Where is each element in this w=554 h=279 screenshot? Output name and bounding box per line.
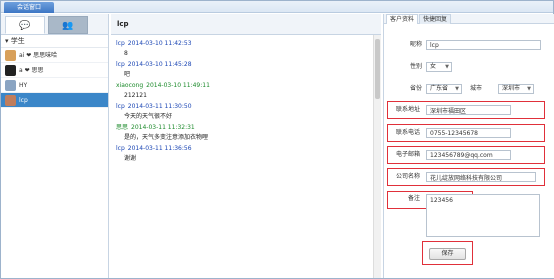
message-time: 2014-03-10 11:42:53 (127, 40, 192, 47)
group-name: 学生 (10, 37, 25, 45)
gender-label: 性别 (409, 63, 422, 70)
message-text: 8 (124, 50, 128, 57)
message-sender: xiaocong (116, 82, 144, 89)
message-meta: lcp 2014-03-11 11:30:50 (116, 102, 381, 111)
chat-title: lcp (111, 14, 381, 35)
message-time: 2014-03-11 11:32:31 (131, 124, 195, 131)
message-list: lcp 2014-03-10 11:42:53 8 lcp 2014-03-10 1… (111, 35, 381, 165)
phone-label: 联系电话 (395, 129, 420, 136)
message-meta: lcp 2014-03-11 11:36:56 (116, 144, 381, 153)
tab-quick-reply[interactable]: 快捷回复 (419, 14, 452, 24)
group-users-icon: 👥 (62, 21, 74, 31)
message-text: 吧 (124, 71, 131, 78)
tab-customer-info[interactable]: 客户资料 (386, 14, 419, 24)
chevron-down-icon: ▾ (5, 37, 9, 45)
chat-scrollbar[interactable] (373, 35, 381, 278)
title-bar: 会话窗口 (1, 1, 553, 13)
notes-textarea[interactable]: 123456 (426, 194, 540, 237)
contact-name: lcp (19, 97, 28, 104)
gender-select[interactable]: 女 ▼ (426, 62, 452, 72)
nickname-input[interactable] (426, 40, 541, 50)
contact-name: ai ❤ 思思味哈 (19, 52, 58, 59)
avatar (5, 95, 16, 106)
chevron-down-icon: ▼ (445, 64, 449, 70)
message-text: 是的，天气多变注意添加衣物哩 (124, 134, 209, 141)
chat-panel: lcp lcp 2014-03-10 11:42:53 8 lcp 2014-03-… (111, 14, 381, 278)
message-meta: 思思 2014-03-11 11:32:31 (116, 123, 381, 132)
tab-group-chat[interactable]: 👥 (48, 16, 88, 34)
province-label: 省份 (409, 85, 422, 92)
message-sender: lcp (116, 145, 125, 152)
contacts-panel: 💬 👥 ▾ 学生 ai ❤ 思思味哈 a ❤ 思思 HY lcp (1, 14, 109, 278)
window-title-tab[interactable]: 会话窗口 (4, 2, 54, 13)
address-label: 联系地址 (395, 106, 420, 113)
phone-input[interactable] (426, 128, 511, 138)
contacts-tabs: 💬 👥 (1, 14, 108, 35)
message-text: 谢谢 (124, 155, 137, 162)
email-input[interactable] (426, 150, 511, 160)
nickname-label: 昵称 (409, 41, 422, 48)
avatar (5, 50, 16, 61)
notes-label: 备注 (407, 195, 420, 202)
message-time: 2014-03-10 11:45:28 (127, 61, 192, 68)
scrollbar-thumb[interactable] (375, 39, 380, 99)
chat-bubble-icon: 💬 (19, 21, 31, 31)
message-sender: lcp (116, 103, 125, 110)
contact-group-header[interactable]: ▾ 学生 (1, 35, 108, 48)
message-text: 今天的天气很不好 (124, 113, 173, 120)
message-meta: lcp 2014-03-10 11:45:28 (116, 60, 381, 69)
message-sender: lcp (116, 61, 125, 68)
address-input[interactable] (426, 105, 511, 115)
city-label: 城市 (469, 85, 482, 92)
save-button[interactable]: 保存 (429, 248, 466, 260)
message-meta: xiaocong 2014-03-10 11:49:11 (116, 81, 381, 90)
company-input[interactable] (426, 172, 536, 182)
message-time: 2014-03-10 11:49:11 (146, 82, 210, 89)
tab-single-chat[interactable]: 💬 (5, 16, 45, 34)
avatar (5, 80, 16, 91)
message-meta: lcp 2014-03-10 11:42:53 (116, 39, 381, 48)
message-sender: lcp (116, 40, 125, 47)
contact-name: a ❤ 思思 (19, 67, 44, 74)
email-label: 电子邮箱 (395, 151, 420, 158)
profile-tabs: 客户资料 快捷回复 (384, 14, 554, 24)
contact-name: HY (19, 82, 28, 89)
gender-value: 女 (430, 63, 437, 70)
message-text: 212121 (124, 92, 147, 99)
contact-item[interactable]: a ❤ 思思 (1, 63, 108, 78)
message-sender: 思思 (116, 124, 129, 131)
contact-item[interactable]: HY (1, 78, 108, 93)
chevron-down-icon: ▼ (527, 86, 531, 92)
contact-item-selected[interactable]: lcp (1, 93, 108, 108)
chat-window: 会话窗口 💬 👥 ▾ 学生 ai ❤ 思思味哈 a ❤ 思思 HY lcp lc… (0, 0, 554, 279)
avatar (5, 65, 16, 76)
city-select[interactable]: 深圳市 ▼ (498, 84, 534, 94)
message-time: 2014-03-11 11:30:50 (127, 103, 192, 110)
city-value: 深圳市 (502, 85, 521, 92)
contact-item[interactable]: ai ❤ 思思味哈 (1, 48, 108, 63)
company-label: 公司名称 (395, 173, 420, 180)
message-time: 2014-03-11 11:36:56 (127, 145, 192, 152)
